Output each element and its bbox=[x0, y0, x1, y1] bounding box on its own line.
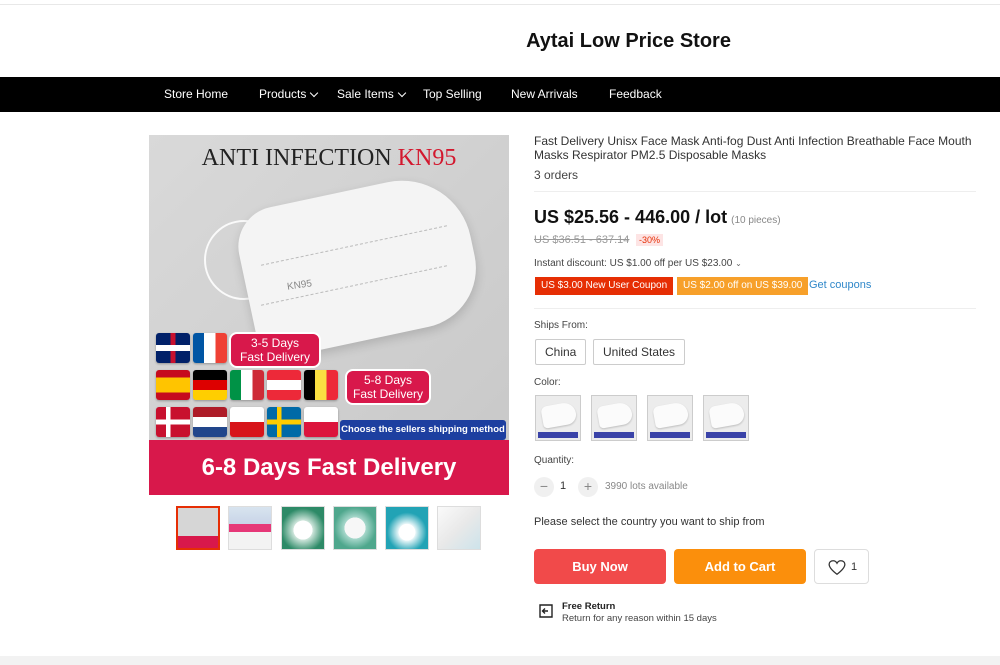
swatch-band bbox=[650, 432, 690, 438]
original-price: US $36.51 - 637.14 bbox=[534, 234, 630, 246]
nav-top-selling[interactable]: Top Selling bbox=[423, 77, 482, 112]
austria-flag-icon bbox=[267, 370, 301, 400]
new-user-coupon[interactable]: US $3.00 New User Coupon bbox=[535, 277, 674, 295]
nav-label: Products bbox=[259, 87, 307, 101]
store-navbar: Store Home Products Sale Items Top Selli… bbox=[0, 77, 1000, 112]
delivery-banner: 6-8 Days Fast Delivery bbox=[149, 440, 509, 495]
nav-label: Feedback bbox=[609, 87, 662, 101]
add-to-cart-button[interactable]: Add to Cart bbox=[674, 549, 806, 584]
color-option[interactable] bbox=[591, 395, 637, 441]
nav-new-arrivals[interactable]: New Arrivals bbox=[511, 77, 578, 112]
heart-icon bbox=[828, 560, 846, 575]
color-option[interactable] bbox=[703, 395, 749, 441]
gallery-thumbnail[interactable] bbox=[176, 506, 220, 550]
gallery-thumbnail[interactable] bbox=[385, 506, 429, 550]
instant-discount-text: Instant discount: US $1.00 off per US $2… bbox=[534, 258, 733, 269]
get-coupons-link[interactable]: Get coupons bbox=[809, 279, 871, 291]
gallery-thumbnail[interactable] bbox=[333, 506, 377, 550]
store-name: Aytai Low Price Store bbox=[526, 30, 731, 52]
availability: 3990 lots available bbox=[605, 481, 688, 492]
nav-label: Sale Items bbox=[337, 87, 394, 101]
quantity-value[interactable]: 1 bbox=[560, 480, 566, 492]
uk-flag-icon bbox=[156, 333, 190, 363]
swatch-band bbox=[706, 432, 746, 438]
france-flag-icon bbox=[193, 333, 227, 363]
store-coupon[interactable]: US $2.00 off on US $39.00 bbox=[677, 277, 809, 295]
color-option[interactable] bbox=[647, 395, 693, 441]
quantity-increase-button[interactable]: + bbox=[578, 477, 598, 497]
nav-products[interactable]: Products bbox=[259, 77, 319, 112]
discount-badge: -30% bbox=[636, 234, 664, 246]
italy-flag-icon bbox=[230, 370, 264, 400]
nav-label: New Arrivals bbox=[511, 87, 578, 101]
divider bbox=[534, 308, 976, 309]
mask-swatch bbox=[540, 401, 578, 429]
badge-line: 5-8 Days bbox=[363, 373, 413, 387]
order-count: 3 orders bbox=[534, 168, 579, 182]
mask-swatch bbox=[652, 401, 690, 429]
mask-swatch bbox=[708, 401, 746, 429]
belgium-flag-icon bbox=[304, 370, 338, 400]
divider bbox=[534, 191, 976, 192]
sweden-flag-icon bbox=[267, 407, 301, 437]
buy-now-button[interactable]: Buy Now bbox=[534, 549, 666, 584]
footer-strip bbox=[0, 656, 1000, 665]
fast-delivery-badge: 5-8 Days Fast Delivery bbox=[345, 369, 431, 405]
ships-from-label: Ships From: bbox=[534, 320, 588, 331]
nav-label: Store Home bbox=[164, 87, 229, 101]
germany-flag-icon bbox=[193, 370, 227, 400]
top-divider bbox=[0, 4, 1000, 5]
netherlands-flag-icon bbox=[193, 407, 227, 437]
product-title: Fast Delivery Unisx Face Mask Anti-fog D… bbox=[534, 134, 972, 162]
fast-delivery-badge: 3-5 Days Fast Delivery bbox=[229, 332, 321, 368]
badge-line: Fast Delivery bbox=[352, 387, 423, 401]
chevron-down-icon: ⌄ bbox=[735, 259, 742, 268]
swatch-band bbox=[538, 432, 578, 438]
nav-feedback[interactable]: Feedback bbox=[609, 77, 662, 112]
nav-label: Top Selling bbox=[423, 87, 482, 101]
free-return-title: Free Return bbox=[562, 601, 616, 612]
ship-country-message: Please select the country you want to sh… bbox=[534, 516, 765, 528]
price-value: US $25.56 - 446.00 / lot bbox=[534, 207, 728, 227]
instant-discount[interactable]: Instant discount: US $1.00 off per US $2… bbox=[534, 258, 742, 269]
return-icon bbox=[539, 604, 553, 618]
quantity-decrease-button[interactable]: − bbox=[534, 477, 554, 497]
wishlist-button[interactable]: 1 bbox=[814, 549, 869, 584]
denmark-flag-icon bbox=[156, 407, 190, 437]
czech-flag-icon bbox=[230, 407, 264, 437]
heading-red: KN95 bbox=[397, 145, 457, 171]
chevron-down-icon bbox=[397, 88, 406, 98]
ships-from-china[interactable]: China bbox=[535, 339, 587, 365]
price-unit: (10 pieces) bbox=[731, 215, 781, 226]
image-heading: ANTI INFECTION KN95 bbox=[149, 145, 509, 172]
nav-sale-items[interactable]: Sale Items bbox=[337, 77, 406, 112]
badge-line: 3-5 Days bbox=[250, 336, 300, 350]
color-label: Color: bbox=[534, 377, 561, 388]
mask-swatch bbox=[596, 401, 634, 429]
wishlist-count: 1 bbox=[851, 561, 858, 573]
badge-line: Fast Delivery bbox=[239, 350, 310, 364]
price: US $25.56 - 446.00 / lot (10 pieces) bbox=[534, 207, 781, 228]
chevron-down-icon bbox=[310, 88, 319, 98]
gallery-thumbnail[interactable] bbox=[281, 506, 325, 550]
poland-flag-icon bbox=[304, 407, 338, 437]
nav-store-home[interactable]: Store Home bbox=[164, 77, 228, 112]
heading-black: ANTI INFECTION bbox=[201, 145, 392, 171]
spain-flag-icon bbox=[156, 370, 190, 400]
main-product-image[interactable]: ANTI INFECTION KN95 KN95 3-5 Days Fast De… bbox=[149, 135, 509, 495]
gallery-thumbnail[interactable] bbox=[437, 506, 481, 550]
ships-from-us[interactable]: United States bbox=[593, 339, 686, 365]
color-option[interactable] bbox=[535, 395, 581, 441]
quantity-label: Quantity: bbox=[534, 455, 575, 466]
gallery-thumbnail[interactable] bbox=[228, 506, 272, 550]
free-return-desc: Return for any reason within 15 days bbox=[562, 613, 717, 624]
swatch-band bbox=[594, 432, 634, 438]
shipping-method-note: Choose the sellers shipping method bbox=[340, 420, 506, 440]
